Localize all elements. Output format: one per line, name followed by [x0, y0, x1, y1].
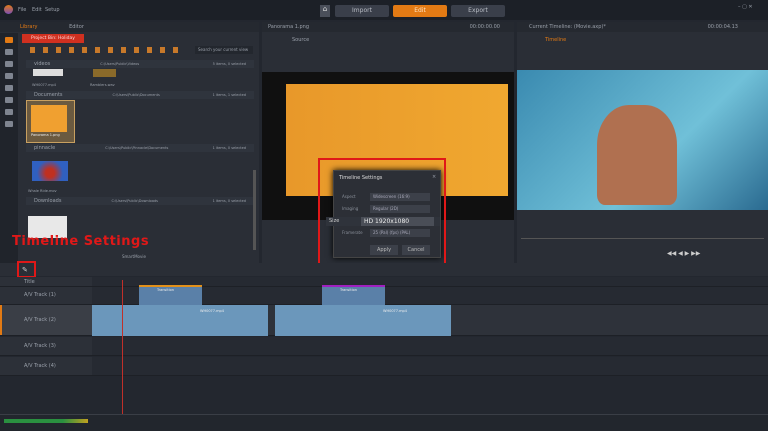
media-name: Whale Ride.mov [28, 189, 57, 193]
timeline-toolbar [0, 263, 768, 276]
track-av3: A/V Track (3) [0, 337, 768, 356]
title-clip[interactable]: Transition [139, 285, 202, 305]
track-label: Title [24, 279, 35, 285]
track-av4: A/V Track (4) [0, 357, 768, 376]
montage-icon[interactable] [5, 121, 13, 127]
music-icon[interactable] [5, 97, 13, 103]
search-input[interactable]: Search your current view [195, 46, 253, 54]
edit-tab[interactable]: Edit [393, 5, 447, 17]
collections-icon[interactable] [5, 61, 13, 67]
folder-name: pinnacle [34, 145, 56, 151]
folder-count: 1 items, 0 selected [212, 146, 246, 150]
library-scrollbar[interactable] [253, 170, 256, 250]
source-tab[interactable]: Source [292, 37, 309, 43]
folder-documents[interactable]: Documents C:\Users\Public\Documents 1 item… [26, 91, 254, 99]
annotation-label: Timeline Settings [12, 234, 150, 249]
effects-icon[interactable] [5, 73, 13, 79]
home-button[interactable]: ⌂ [320, 5, 330, 17]
tab-editor[interactable]: Editor [69, 24, 84, 30]
timeline-player-title: Current Timeline: (Movie.axp)* [529, 24, 606, 30]
library-toolbar-icons[interactable] [30, 47, 180, 53]
app-logo-icon [4, 5, 13, 14]
dialog-highlight-box [318, 158, 446, 270]
tab-library[interactable]: Library [20, 24, 37, 30]
video-clip[interactable]: WH0077.mp4 [275, 305, 451, 336]
transitions-icon[interactable] [5, 85, 13, 91]
media-thumb[interactable] [33, 69, 63, 76]
media-name: WH0077.mp4 [32, 83, 56, 87]
media-thumb[interactable] [32, 161, 68, 181]
folder-path: C:\Users\Public\Documents [112, 93, 160, 97]
audio-level-meter [4, 419, 88, 423]
track-label: A/V Track (3) [24, 343, 56, 349]
media-name: Ramblers.wav [90, 83, 115, 87]
library-header: Library Editor [0, 22, 259, 32]
folder-path: C:\Users\Public\Downloads [111, 199, 159, 203]
settings-highlight-box [17, 261, 36, 278]
clip-label: WH0077.mp4 [383, 309, 407, 313]
transport-controls[interactable]: ◀◀ ◀ ▶ ▶▶ [667, 250, 700, 257]
folder-path: C:\Users\Public\Pinnacle\Documents [105, 146, 169, 150]
folder-name: Downloads [34, 198, 62, 204]
folder-path: C:\Users\Public\Videos [100, 62, 140, 66]
export-tab[interactable]: Export [451, 5, 505, 17]
folder-count: 1 items, 0 selected [212, 199, 246, 203]
clip-label: Transition [340, 288, 357, 292]
clip-label: Transition [157, 288, 174, 292]
source-title: Panorama 1.png [268, 24, 310, 30]
media-icon[interactable] [5, 49, 13, 55]
source-timecode: 00:00:00.00 [469, 24, 500, 30]
import-tab[interactable]: Import [335, 5, 389, 17]
title-icon[interactable] [5, 109, 13, 115]
timeline-player: Current Timeline: (Movie.axp)* 00:00:04.1… [517, 22, 768, 263]
timeline-ruler[interactable] [0, 414, 768, 431]
timeline-preview [517, 70, 768, 210]
smartmovie-label[interactable]: SmartMovie [122, 254, 146, 259]
menu-file[interactable]: File [18, 7, 26, 13]
menu-setup[interactable]: Setup [45, 7, 60, 13]
project-icon[interactable] [5, 37, 13, 43]
folder-count: 1 items, 1 selected [212, 93, 246, 97]
track-label: A/V Track (1) [24, 292, 56, 298]
audio-thumb[interactable] [93, 69, 116, 77]
menu-edit[interactable]: Edit [32, 7, 42, 13]
playhead[interactable] [122, 280, 123, 420]
track-label: A/V Track (2) [24, 317, 56, 323]
folder-videos[interactable]: videos C:\Users\Public\Videos 5 items, 0 s… [26, 60, 254, 68]
project-bin-button[interactable]: Project Bin: Holiday [22, 34, 84, 43]
window-controls[interactable]: – ▢ ✕ [738, 4, 753, 10]
folder-count: 5 items, 0 selected [212, 62, 246, 66]
clip-label: WH0077.mp4 [200, 309, 224, 313]
thumb-image [31, 105, 67, 132]
media-thumb-selected[interactable]: Panorama 1.png [26, 100, 75, 143]
track-label: A/V Track (4) [24, 363, 56, 369]
video-clip[interactable]: WH0077.mp4 [92, 305, 268, 336]
library-sidebar [0, 33, 18, 263]
scrubber-bar[interactable] [521, 238, 764, 239]
timeline-player-timecode: 00:00:04.13 [707, 24, 738, 30]
timeline-tab[interactable]: Timeline [545, 37, 566, 43]
folder-name: Documents [34, 92, 63, 98]
preview-people [597, 105, 677, 205]
title-clip[interactable]: Transition [322, 285, 385, 305]
media-name: Panorama 1.png [31, 133, 60, 137]
folder-name: videos [34, 61, 51, 67]
folder-pinnacle[interactable]: pinnacle C:\Users\Public\Pinnacle\Documen… [26, 144, 254, 152]
top-bar: File Edit Setup ⌂ Import Edit Export – ▢… [0, 0, 768, 20]
folder-downloads[interactable]: Downloads C:\Users\Public\Downloads 1 item… [26, 197, 254, 205]
